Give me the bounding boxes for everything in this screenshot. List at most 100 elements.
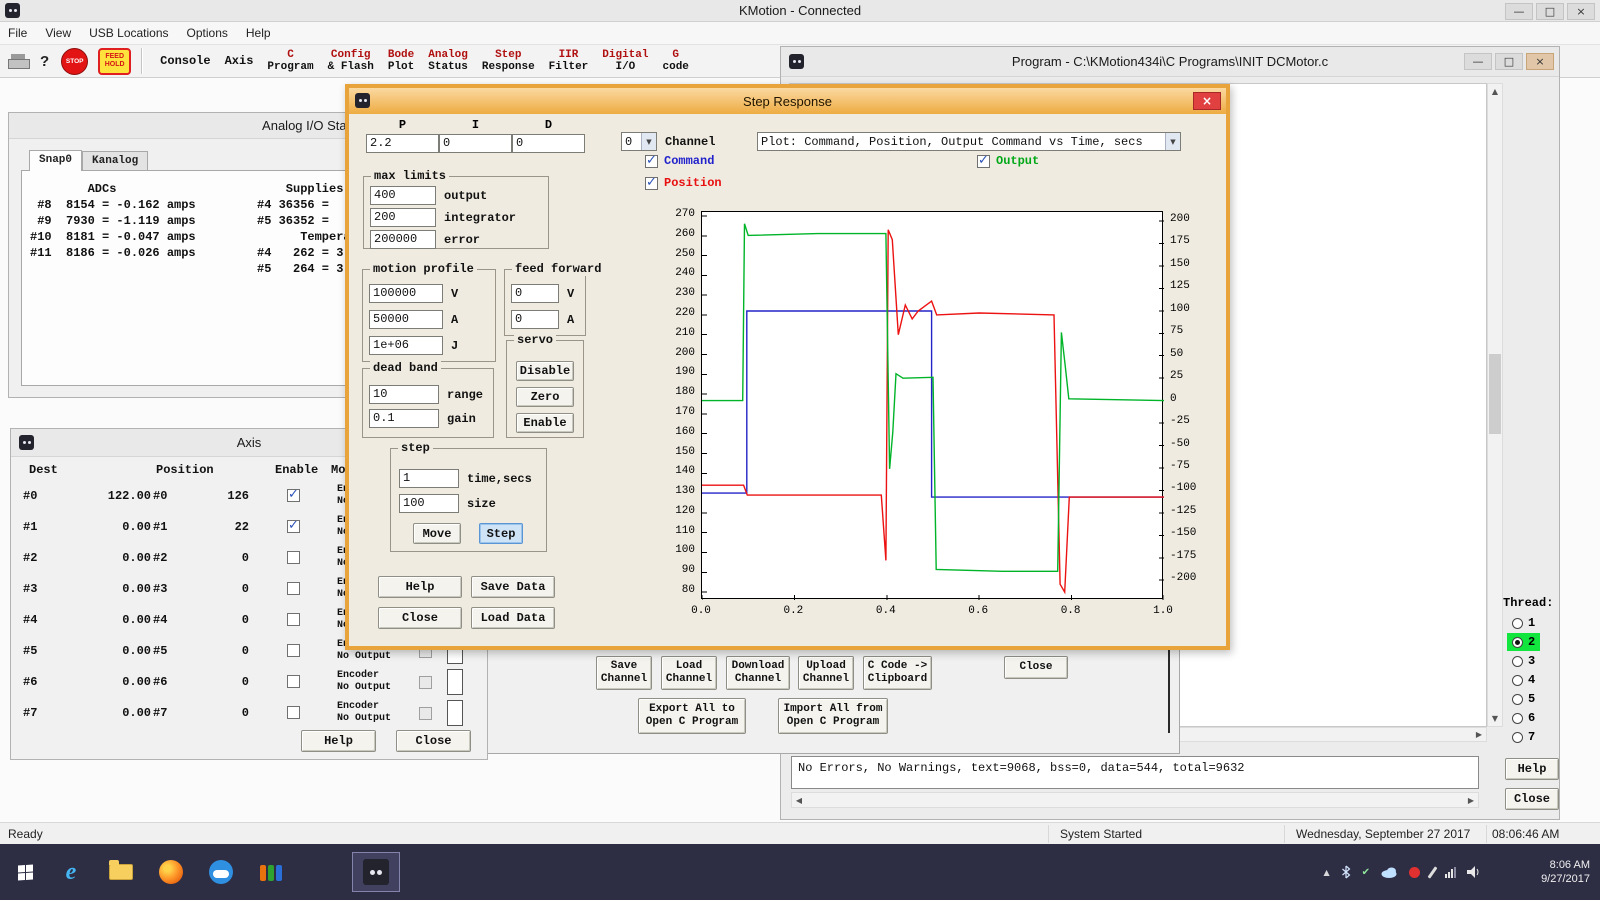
taskbar-app-file-explorer[interactable]	[104, 855, 138, 889]
step-size-input[interactable]: 100	[399, 494, 459, 513]
scroll-left-icon[interactable]: ◀	[792, 793, 806, 807]
enable-checkbox[interactable]	[287, 489, 300, 502]
menu-options[interactable]: Options	[187, 26, 228, 40]
i-input[interactable]: 0	[439, 134, 512, 153]
network-icon[interactable]	[1445, 867, 1456, 878]
feed-hold-button[interactable]: FEEDHOLD	[98, 48, 131, 75]
error-limit-input[interactable]: 200000	[370, 230, 436, 249]
channel-select[interactable]: 0▼	[621, 132, 657, 151]
editor-vscrollbar[interactable]: ▲ ▼	[1487, 83, 1503, 727]
scroll-up-icon[interactable]: ▲	[1488, 84, 1502, 99]
enable-checkbox[interactable]	[287, 613, 300, 626]
thread-radio-5[interactable]: 5	[1507, 690, 1540, 708]
close-button[interactable]: Close	[378, 607, 462, 629]
taskbar-app-firefox[interactable]	[154, 855, 188, 889]
help-button[interactable]: Help	[301, 730, 376, 752]
enable-button[interactable]: Enable	[516, 413, 574, 433]
output-hscrollbar[interactable]: ◀ ▶	[791, 792, 1479, 808]
maximize-icon[interactable]: □	[1495, 53, 1523, 70]
toolbar-filter[interactable]: IIRFilter	[542, 45, 596, 77]
onedrive-icon[interactable]	[1381, 866, 1398, 878]
bluetooth-icon[interactable]	[1341, 865, 1351, 879]
accel-input[interactable]: 50000	[369, 310, 443, 329]
enable-checkbox[interactable]	[287, 706, 300, 719]
start-button[interactable]	[8, 844, 43, 900]
help-icon[interactable]: ?	[38, 53, 51, 70]
button-save-channel[interactable]: SaveChannel	[596, 656, 652, 690]
toolbar-i-o[interactable]: DigitalI/O	[595, 45, 655, 77]
close-icon[interactable]: ×	[1526, 53, 1554, 70]
mode-selector[interactable]	[447, 669, 463, 695]
p-input[interactable]: 2.2	[366, 134, 439, 153]
taskbar-app-weather[interactable]	[204, 855, 238, 889]
dest-value[interactable]: 0.00	[47, 644, 151, 658]
step-time-input[interactable]: 1	[399, 469, 459, 488]
velocity-input[interactable]: 100000	[369, 284, 443, 303]
checkbox-icon[interactable]	[977, 155, 990, 168]
enable-checkbox[interactable]	[287, 520, 300, 533]
integrator-limit-input[interactable]: 200	[370, 208, 436, 227]
dest-value[interactable]: 0.00	[47, 551, 151, 565]
enable-checkbox[interactable]	[287, 582, 300, 595]
menu-help[interactable]: Help	[246, 26, 271, 40]
thread-radio-2[interactable]: 2	[1507, 633, 1540, 651]
hidden-icons-icon[interactable]: ▲	[1323, 868, 1329, 877]
print-icon[interactable]	[8, 54, 28, 69]
thread-radio-4[interactable]: 4	[1507, 671, 1540, 689]
step-button[interactable]: Step	[479, 523, 523, 544]
tab-kanalog[interactable]: Kanalog	[82, 151, 148, 170]
button-upload-channel[interactable]: UploadChannel	[798, 656, 854, 690]
close-button[interactable]: Close	[1004, 656, 1068, 679]
checkbox-icon[interactable]	[645, 155, 658, 168]
thread-radio-3[interactable]: 3	[1507, 652, 1540, 670]
vscroll-thumb[interactable]	[1489, 354, 1501, 434]
enable-checkbox[interactable]	[287, 675, 300, 688]
table-row[interactable]: #70.00#70EncoderNo Output	[11, 698, 487, 729]
toolbar-status[interactable]: AnalogStatus	[421, 45, 475, 77]
dest-value[interactable]: 0.00	[47, 520, 151, 534]
stop-button[interactable]: STOP	[61, 48, 88, 75]
thread-radio-1[interactable]: 1	[1507, 614, 1540, 632]
deadband-gain-input[interactable]: 0.1	[369, 409, 439, 428]
tab-snap0[interactable]: Snap0	[29, 150, 82, 171]
dest-value[interactable]: 0.00	[47, 613, 151, 627]
menu-usb-locations[interactable]: USB Locations	[89, 26, 168, 40]
button-download-channel[interactable]: DownloadChannel	[726, 656, 790, 690]
volume-icon[interactable]	[1467, 866, 1480, 878]
scroll-right-icon[interactable]: ▶	[1464, 793, 1478, 807]
mode-checkbox[interactable]	[419, 676, 432, 689]
d-input[interactable]: 0	[512, 134, 585, 153]
toolbar--flash[interactable]: Config& Flash	[321, 45, 381, 77]
dest-value[interactable]: 0.00	[47, 675, 151, 689]
save-data-button[interactable]: Save Data	[471, 576, 555, 598]
plot-check-position[interactable]: Position	[645, 176, 722, 190]
minimize-icon[interactable]: —	[1505, 3, 1533, 20]
checkbox-icon[interactable]	[645, 177, 658, 190]
scroll-right-icon[interactable]: ▶	[1472, 728, 1486, 741]
mode-checkbox[interactable]	[419, 707, 432, 720]
plot-select[interactable]: Plot: Command, Position, Output Command …	[757, 132, 1181, 151]
scroll-down-icon[interactable]: ▼	[1488, 711, 1502, 726]
thread-radio-6[interactable]: 6	[1507, 709, 1540, 727]
taskbar-kmotion-active[interactable]	[352, 852, 400, 892]
taskbar-app-internet-explorer[interactable]: e	[54, 855, 88, 889]
mode-selector[interactable]	[447, 700, 463, 726]
kmotion-titlebar[interactable]: KMotion - Connected — □ ×	[0, 0, 1600, 22]
action-center-icon[interactable]	[1409, 867, 1420, 878]
toolbar-plot[interactable]: BodePlot	[381, 45, 421, 77]
toolbar-code[interactable]: Gcode	[656, 45, 696, 77]
toolbar-program[interactable]: CProgram	[260, 45, 320, 77]
plot-check-output[interactable]: Output	[977, 154, 1039, 168]
program-titlebar[interactable]: Program - C:\KMotion434i\C Programs\INIT…	[781, 47, 1559, 77]
button-import-all-from-open-c-program[interactable]: Import All fromOpen C Program	[778, 698, 888, 734]
toolbar-response[interactable]: StepResponse	[475, 45, 542, 77]
zero-button[interactable]: Zero	[516, 387, 574, 407]
button-load-channel[interactable]: LoadChannel	[661, 656, 717, 690]
toolbar-axis[interactable]: Axis	[218, 45, 261, 77]
toolbar-console[interactable]: Console	[153, 45, 217, 77]
ff-velocity-input[interactable]: 0	[511, 284, 559, 303]
thread-radio-7[interactable]: 7	[1507, 728, 1540, 746]
taskbar-clock[interactable]: 8:06 AM 9/27/2017	[1541, 858, 1590, 886]
button-c-code-clipboard[interactable]: C Code ->Clipboard	[863, 656, 932, 690]
enable-checkbox[interactable]	[287, 644, 300, 657]
